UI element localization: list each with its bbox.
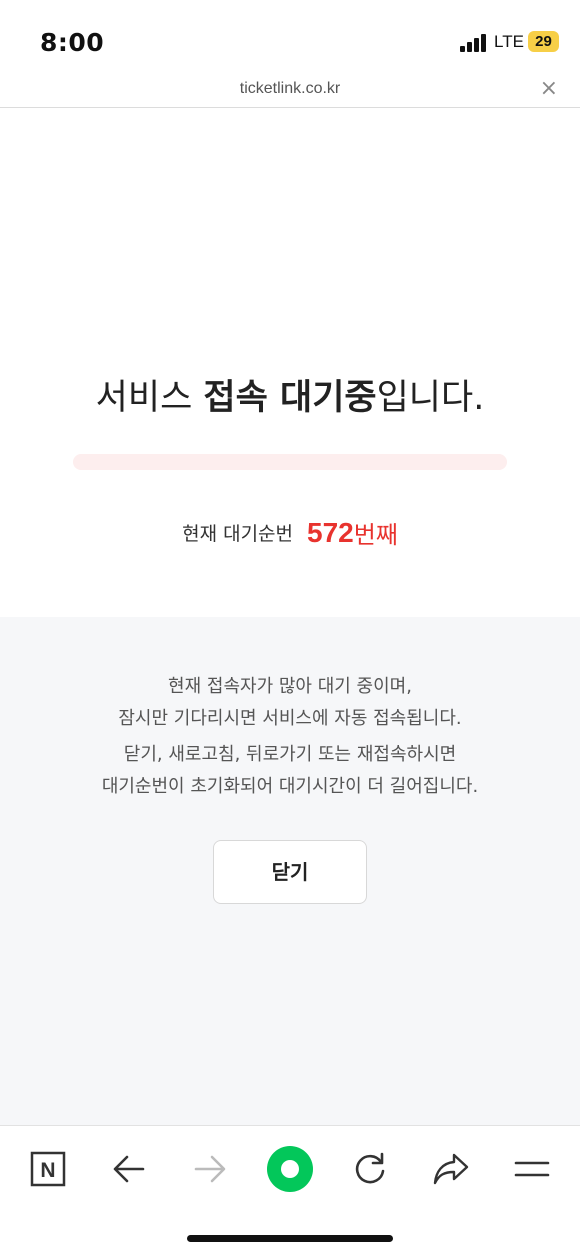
- info-line-2: 잠시만 기다리시면 서비스에 자동 접속됩니다.: [118, 708, 462, 729]
- forward-arrow-icon[interactable]: [185, 1144, 235, 1194]
- share-icon[interactable]: [426, 1144, 476, 1194]
- close-icon[interactable]: ×: [540, 78, 558, 100]
- queue-suffix: 번째: [353, 521, 398, 549]
- green-dot-icon[interactable]: [265, 1144, 315, 1194]
- naver-letter: N: [40, 1159, 55, 1182]
- headline-prefix: 서비스: [95, 378, 204, 418]
- info-paragraph-1: 현재 접속자가 많아 대기 중이며, 잠시만 기다리시면 서비스에 자동 접속됩…: [0, 671, 580, 735]
- info-line-3: 닫기, 새로고침, 뒤로가기 또는 재접속하시면: [123, 744, 457, 765]
- naver-home-icon[interactable]: N: [23, 1144, 73, 1194]
- queue-label: 현재 대기순번: [182, 523, 294, 545]
- queue-number: 572: [307, 516, 354, 548]
- url-bar: ticketlink.co.kr ×: [0, 78, 580, 108]
- url-domain[interactable]: ticketlink.co.kr: [0, 80, 580, 98]
- battery-icon: 29: [528, 31, 559, 52]
- menu-icon[interactable]: [507, 1144, 557, 1194]
- info-line-4: 대기순번이 초기화되어 대기시간이 더 길어집니다.: [101, 776, 479, 797]
- info-section: 현재 접속자가 많아 대기 중이며, 잠시만 기다리시면 서비스에 자동 접속됩…: [0, 617, 580, 1125]
- status-time: 8:00: [40, 28, 105, 57]
- back-arrow-icon[interactable]: [104, 1144, 154, 1194]
- home-indicator: [187, 1235, 393, 1242]
- queue-panel: 서비스 접속 대기중입니다. 현재 대기순번 572번째: [0, 109, 580, 617]
- page-title: 서비스 접속 대기중입니다.: [0, 369, 580, 420]
- info-paragraph-2: 닫기, 새로고침, 뒤로가기 또는 재접속하시면 대기순번이 초기화되어 대기시…: [0, 739, 580, 803]
- headline-bold: 접속 대기중: [203, 378, 377, 418]
- queue-progress-bar: [73, 454, 507, 470]
- queue-position: 현재 대기순번 572번째: [0, 515, 580, 550]
- headline-suffix: 입니다.: [376, 378, 485, 418]
- refresh-icon[interactable]: [345, 1144, 395, 1194]
- status-bar: 8:00 LTE 29: [0, 0, 580, 78]
- signal-icon: [460, 34, 488, 52]
- close-button[interactable]: 닫기: [213, 840, 367, 904]
- network-label: LTE: [494, 32, 524, 51]
- info-line-1: 현재 접속자가 많아 대기 중이며,: [168, 676, 412, 697]
